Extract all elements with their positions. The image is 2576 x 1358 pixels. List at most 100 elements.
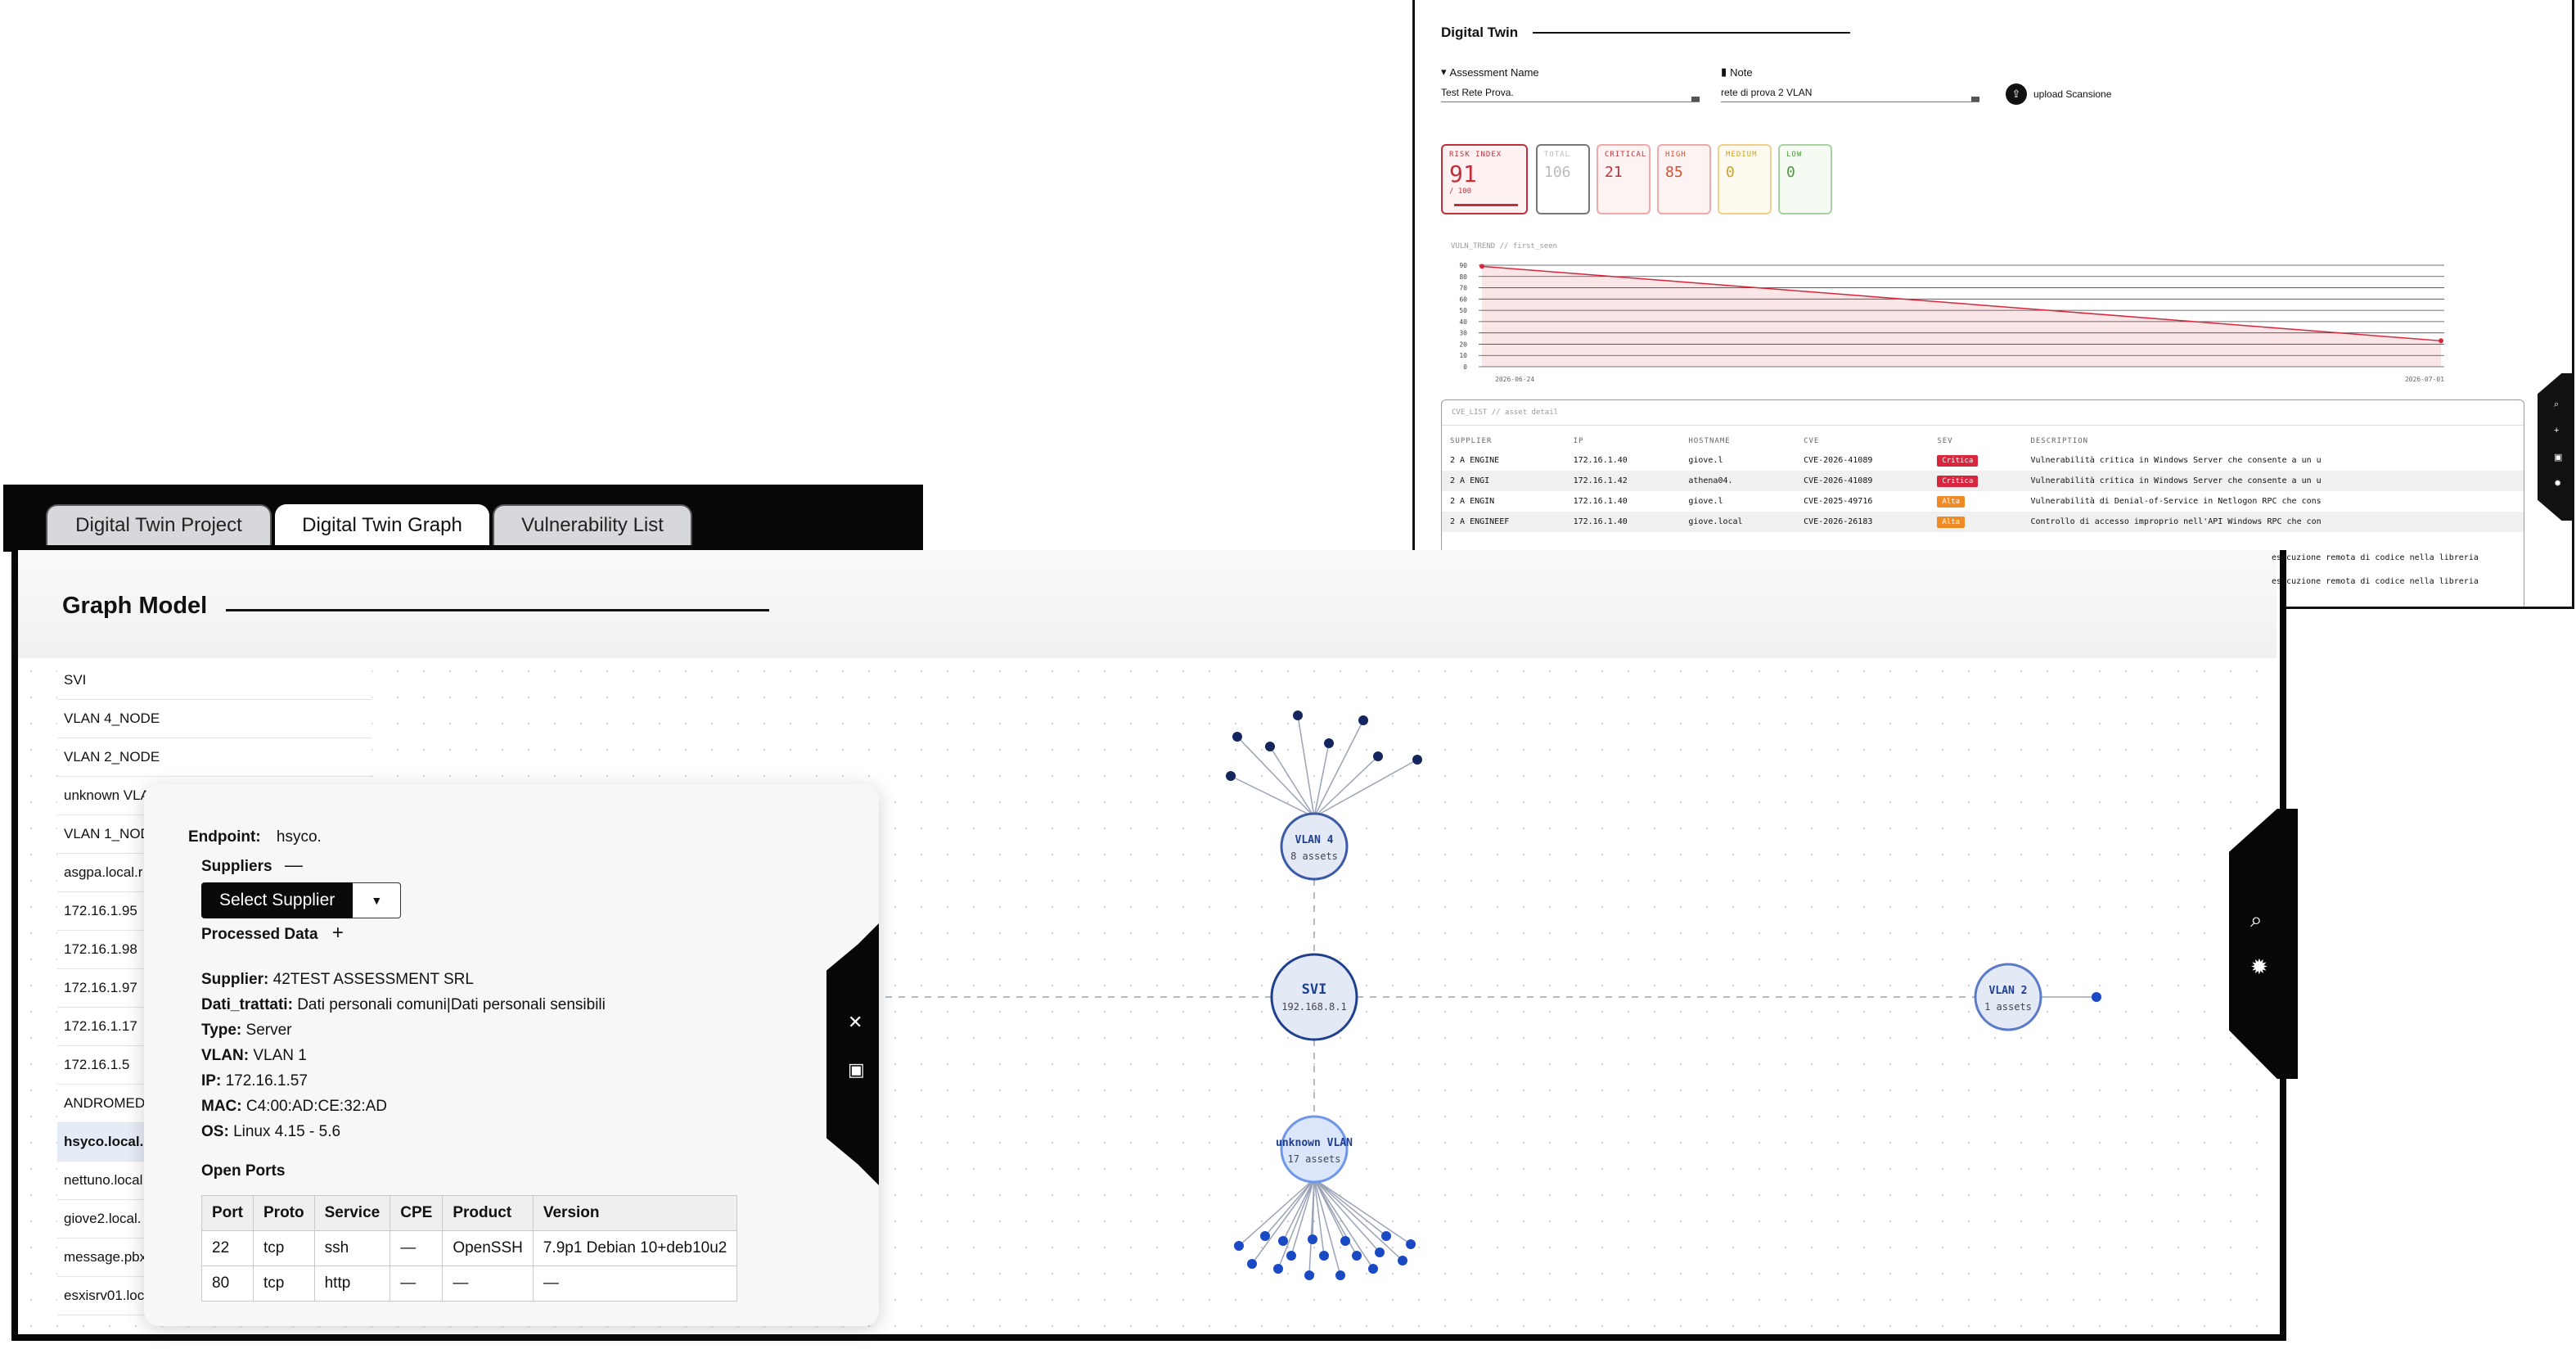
type-info: Type: Server <box>201 1022 292 1039</box>
trend-y-tick: 60 <box>1459 296 1467 303</box>
vlan4-asset-node[interactable] <box>1293 711 1303 720</box>
unknown-vlan-asset-node[interactable] <box>1340 1236 1350 1246</box>
resize-grip-icon[interactable] <box>1691 97 1700 102</box>
tab-digital-twin-graph[interactable]: Digital Twin Graph <box>275 504 489 545</box>
vlan2-node[interactable]: VLAN 2 1 assets <box>1974 963 2042 1031</box>
open-ports-table: Port Proto Service CPE Product Version 22 tcp s… <box>201 1195 738 1302</box>
tab-digital-twin-project[interactable]: Digital Twin Project <box>46 504 272 545</box>
cve-cell-sev: Critica <box>1929 471 2023 491</box>
cve-row[interactable]: 2 A ENGINEEF 172.16.1.40 giove.local CVE-20… <box>1442 512 2524 532</box>
unknown-vlan-asset-node[interactable] <box>1304 1270 1314 1280</box>
port-cell: — <box>532 1266 738 1302</box>
note-field[interactable]: ▮ Note rete di prova 2 VLAN <box>1721 65 1979 102</box>
cve-description-overflow: esecuzione remota di codice nella librer… <box>2272 577 2479 586</box>
select-supplier-button[interactable]: Select Supplier <box>201 882 354 918</box>
high-value: 85 <box>1665 164 1683 181</box>
cve-row[interactable]: 2 A ENGINE 172.16.1.40 giove.l CVE-2026-410… <box>1442 450 2524 471</box>
unknown-vlan-asset-node[interactable] <box>1406 1239 1416 1249</box>
port-cell: 80 <box>201 1266 254 1302</box>
cve-row[interactable]: 2 A ENGI 172.16.1.42 athena04. CVE-2026-410… <box>1442 471 2524 491</box>
network-icon: ▾ <box>1441 65 1447 78</box>
endpoint-detail-panel: Endpoint: hsyco. Suppliers — Select Supp… <box>144 784 879 1326</box>
unknown-vlan-asset-node[interactable] <box>1352 1251 1362 1261</box>
add-icon[interactable]: + <box>332 922 344 944</box>
cve-col-header[interactable]: CVE <box>1795 426 1929 450</box>
node-list-item[interactable]: VLAN 4_NODE <box>57 700 372 738</box>
vlan4-asset-node[interactable] <box>1373 751 1383 761</box>
trend-y-tick: 10 <box>1459 352 1467 359</box>
vlan4-asset-node[interactable] <box>1358 715 1368 725</box>
unknown-vlan-asset-node[interactable] <box>1278 1236 1288 1246</box>
cve-list-caption: CVE_LIST // asset detail <box>1442 400 2524 426</box>
cve-cell-cve: CVE-2026-41089 <box>1804 456 1873 465</box>
unknown-vlan-asset-node[interactable] <box>1368 1264 1378 1274</box>
cve-cell-desc: Vulnerabilità critica in Windows Server … <box>2030 456 2322 465</box>
assessment-name-field[interactable]: ▾ Assessment Name Test Rete Prova. <box>1441 65 1700 102</box>
save-icon[interactable]: ▣ <box>848 1059 865 1081</box>
vlan4-asset-node[interactable] <box>1265 742 1275 751</box>
unknown-vlan-node[interactable]: unknown VLAN 17 assets <box>1276 1115 1353 1184</box>
cve-cell-sev: Alta <box>1929 491 2022 512</box>
unknown-vlan-asset-node[interactable] <box>1375 1247 1385 1257</box>
note-input[interactable]: rete di prova 2 VLAN <box>1721 87 1979 102</box>
svi-node[interactable]: SVI 192.168.8.1 <box>1270 953 1358 1041</box>
cve-col-header[interactable]: SUPPLIER <box>1442 426 1565 450</box>
vlan4-asset-node[interactable] <box>1226 771 1236 781</box>
unknown-vlan-asset-node[interactable] <box>1273 1264 1283 1274</box>
node-list-item[interactable]: VLAN 2_NODE <box>57 738 372 777</box>
cve-cell-sev: Alta <box>1929 512 2023 532</box>
port-col-header: CPE <box>390 1195 444 1231</box>
unknown-vlan-asset-node[interactable] <box>1319 1251 1329 1261</box>
cve-row[interactable]: 2 A ENGIN 172.16.1.40 giove.l CVE-2025-4971… <box>1442 491 2524 512</box>
tab-vulnerability-list[interactable]: Vulnerability List <box>493 504 692 545</box>
bug-icon[interactable]: ✹ <box>2554 478 2561 489</box>
graph-edge <box>1238 1178 1315 1247</box>
vlan4-node[interactable]: VLAN 4 8 assets <box>1280 812 1349 881</box>
processed-data-row: Processed Data + <box>201 922 344 945</box>
unknown-vlan-asset-node[interactable] <box>1234 1241 1244 1251</box>
cve-col-header[interactable]: HOSTNAME <box>1680 426 1795 450</box>
vlan2-asset-node[interactable] <box>2092 992 2101 1002</box>
unknown-vlan-asset-node[interactable] <box>1308 1234 1317 1244</box>
risk-index-sub: / 100 <box>1449 187 1472 196</box>
vlan4-asset-node[interactable] <box>1412 755 1422 765</box>
chevron-down-icon[interactable]: ▼ <box>353 882 402 918</box>
unknown-vlan-asset-node[interactable] <box>1247 1259 1257 1269</box>
critical-value: 21 <box>1605 164 1623 181</box>
cve-col-header[interactable]: DESCRIPTION <box>2022 426 2524 450</box>
low-card: LOW 0 <box>1778 144 1832 214</box>
cve-col-header[interactable]: IP <box>1565 426 1681 450</box>
resize-grip-icon[interactable] <box>1971 97 1979 102</box>
search-icon[interactable]: ⌕ <box>2554 399 2559 410</box>
unknown-vlan-asset-node[interactable] <box>1286 1251 1296 1261</box>
cve-cell-supplier: 2 A ENGINE <box>1450 456 1500 465</box>
port-cell: tcp <box>253 1266 315 1302</box>
bug-icon[interactable]: ✹ <box>2250 954 2268 980</box>
unknown-vlan-asset-node[interactable] <box>1260 1231 1270 1241</box>
severity-badge: Alta <box>1937 496 1965 508</box>
upload-scan-button[interactable]: ⇪ upload Scansione <box>2006 83 2111 105</box>
close-icon[interactable]: ✕ <box>848 1012 862 1033</box>
collapse-icon[interactable]: — <box>285 855 303 875</box>
trend-y-tick: 0 <box>1463 363 1467 371</box>
assessment-name-input[interactable]: Test Rete Prova. <box>1441 87 1700 102</box>
vlan4-node-sub: 8 assets <box>1290 850 1338 862</box>
supplier-select[interactable]: Select Supplier ▼ <box>201 882 402 918</box>
cve-table-header: SUPPLIER IP HOSTNAME CVE SEV DESCRIPTION <box>1442 426 2524 450</box>
cve-col-header[interactable]: SEV <box>1929 426 2022 450</box>
unknown-vlan-asset-node[interactable] <box>1381 1231 1391 1241</box>
medium-label: MEDIUM <box>1726 151 1758 159</box>
vlan4-asset-node[interactable] <box>1232 732 1242 742</box>
node-list-item[interactable]: SVI <box>57 661 372 700</box>
add-icon[interactable]: + <box>2554 426 2559 435</box>
save-icon[interactable]: ▣ <box>2554 452 2562 462</box>
unknown-vlan-asset-node[interactable] <box>1398 1256 1407 1266</box>
cve-cell-ip: 172.16.1.40 <box>1573 456 1628 465</box>
port-cell: 7.9p1 Debian 10+deb10u2 <box>532 1230 738 1266</box>
graph-edge <box>1313 720 1364 818</box>
search-icon[interactable]: ⌕ <box>2250 907 2263 933</box>
unknown-vlan-asset-node[interactable] <box>1335 1270 1345 1280</box>
vlan4-asset-node[interactable] <box>1324 738 1334 748</box>
graph-side-toolbar: ⌕ ✹ <box>2229 809 2298 1079</box>
file-icon: ▮ <box>1721 65 1727 78</box>
